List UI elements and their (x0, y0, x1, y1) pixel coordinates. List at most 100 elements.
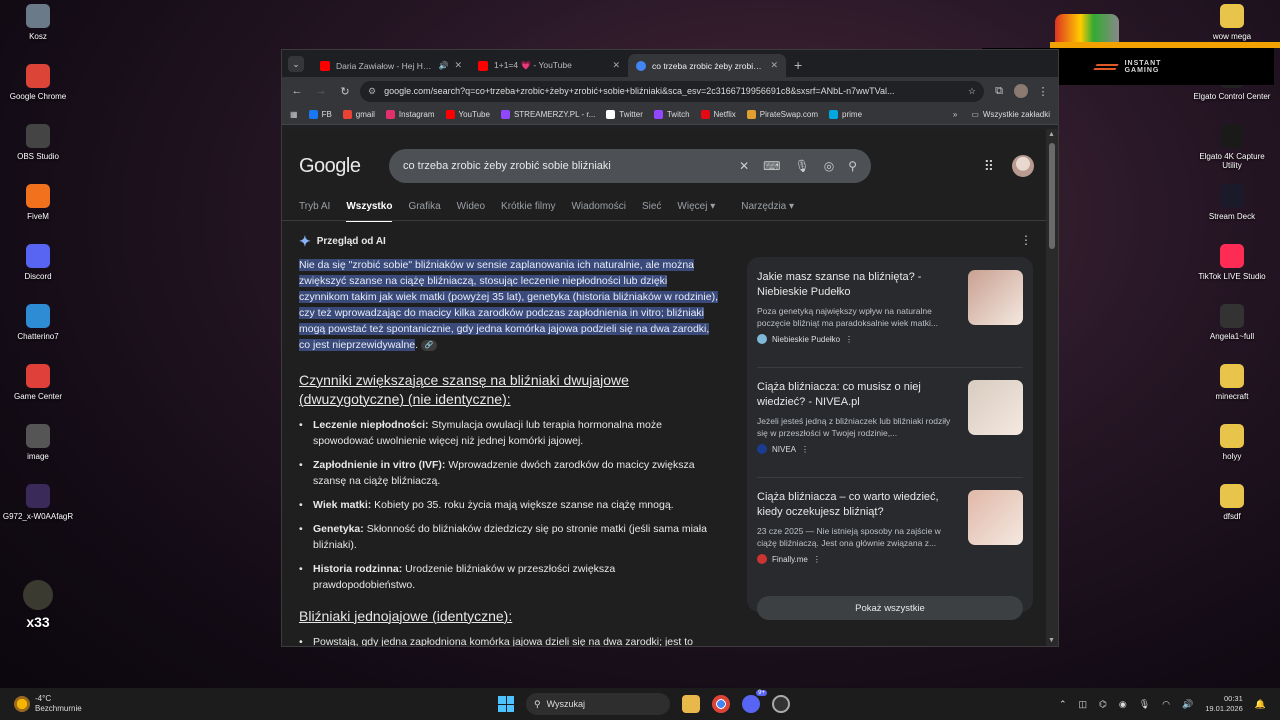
browser-tab[interactable]: co trzeba zrobic żeby zrobić sob ✕ (628, 54, 786, 77)
notifications-icon[interactable]: 🔔 (1255, 699, 1266, 710)
back-button[interactable]: ← (288, 82, 306, 100)
source-card[interactable]: Ciąża bliźniacza: co musisz o niej wiedz… (757, 376, 1023, 478)
profile-avatar-icon[interactable] (1014, 84, 1028, 98)
x33-desktop-item[interactable]: x33 (0, 580, 78, 630)
account-avatar[interactable] (1012, 155, 1034, 177)
desktop-shortcut[interactable]: image (0, 424, 78, 461)
source-card-title[interactable]: Jakie masz szanse na bliźnięta? - Niebie… (757, 270, 960, 300)
desktop-shortcut[interactable]: Kosz (0, 4, 78, 41)
start-button[interactable] (498, 696, 514, 712)
bookmark-star-icon[interactable]: ☆ (968, 86, 976, 97)
tab-grafika[interactable]: Grafika (408, 201, 440, 222)
desktop-shortcut[interactable]: Game Center (0, 364, 78, 401)
tab-search-button[interactable]: ⌄ (288, 56, 304, 72)
scroll-thumb[interactable] (1049, 143, 1055, 249)
ai-overview-more-icon[interactable]: ⋮ (1020, 233, 1032, 247)
tab-audio-icon[interactable]: 🔊 (438, 61, 448, 70)
desktop-shortcut[interactable]: OBS Studio (0, 124, 78, 161)
bookmark-item[interactable]: PirateSwap.com (746, 110, 818, 119)
wifi-icon[interactable]: ◠ (1162, 699, 1170, 710)
tray-overflow-icon[interactable]: ⌃ (1059, 699, 1067, 710)
desktop-shortcut[interactable]: TikTok LIVE Studio (1192, 244, 1272, 281)
tab-krótkie-filmy[interactable]: Krótkie filmy (501, 201, 555, 222)
search-input[interactable]: co trzeba zrobic żeby zrobić sobie bliźn… (389, 149, 871, 183)
desktop-shortcut[interactable]: Discord (0, 244, 78, 281)
desktop-shortcut[interactable]: G972_x-W0AAfagR (0, 484, 78, 521)
volume-icon[interactable]: 🔊 (1182, 699, 1193, 710)
obs-taskbar-icon[interactable] (772, 695, 790, 713)
clear-search-icon[interactable]: ✕ (739, 159, 749, 173)
address-bar[interactable]: ⚙ google.com/search?q=co+trzeba+zrobic+ż… (360, 80, 984, 102)
microphone-tray-icon[interactable]: 🎙 (1139, 699, 1150, 710)
card-more-icon[interactable]: ⋮ (801, 445, 809, 454)
source-card-title[interactable]: Ciąża bliźniacza – co warto wiedzieć, ki… (757, 490, 960, 520)
menu-icon[interactable]: ⋮ (1034, 82, 1052, 100)
discord-tray-icon[interactable]: ◉ (1119, 699, 1127, 710)
bookmark-item[interactable]: Instagram (385, 110, 435, 119)
desktop-shortcut[interactable]: dfsdf (1192, 484, 1272, 521)
card-more-icon[interactable]: ⋮ (845, 335, 853, 344)
tray-app-icon[interactable]: ◫ (1078, 699, 1087, 710)
bookmark-item[interactable]: YouTube (445, 110, 490, 119)
desktop-shortcut[interactable]: FiveM (0, 184, 78, 221)
tab-wszystko[interactable]: Wszystko (346, 201, 393, 222)
source-link-icon[interactable]: 🔗 (421, 339, 437, 351)
bookmark-item[interactable]: gmail (342, 110, 375, 119)
discord-taskbar-icon[interactable]: 9+ (742, 690, 767, 713)
desktop-shortcut[interactable]: Elgato 4K Capture Utility (1192, 124, 1272, 170)
tab-close-icon[interactable]: ✕ (612, 60, 620, 71)
taskbar-search[interactable]: ⚲ Wyszukaj (526, 693, 670, 715)
tab-close-icon[interactable]: ✕ (770, 60, 778, 71)
tab-więcej[interactable]: Więcej ▾ (677, 201, 725, 222)
browser-tab[interactable]: 1+1=4 💗 - YouTube ✕ (470, 54, 628, 77)
scroll-up-icon[interactable]: ▲ (1048, 131, 1055, 138)
keyboard-icon[interactable]: ⌨ (763, 159, 780, 173)
card-more-icon[interactable]: ⋮ (813, 555, 821, 564)
tab-tryb-ai[interactable]: Tryb AI (299, 201, 330, 222)
bookmark-item[interactable]: Twitter (606, 110, 643, 119)
desktop-shortcut[interactable]: Chatterino7 (0, 304, 78, 341)
bookmark-item[interactable]: Netflix (700, 110, 736, 119)
weather-widget[interactable]: -4°C Bezchmurnie (14, 694, 82, 714)
show-all-button[interactable]: Pokaż wszystkie (757, 596, 1023, 620)
bookmark-item[interactable]: STREAMERZY.PL - r... (500, 110, 595, 119)
extensions-icon[interactable]: ⧉ (990, 82, 1008, 100)
search-icon[interactable]: ⚲ (848, 159, 857, 173)
apps-grid-icon[interactable]: ▦ (290, 110, 298, 119)
desktop-shortcut-label: G972_x-W0AAfagR (2, 512, 74, 521)
file-explorer-icon[interactable] (682, 695, 700, 713)
desktop-shortcut[interactable]: wow mega (1192, 4, 1272, 41)
bookmark-item[interactable]: FB (308, 110, 332, 119)
scroll-down-icon[interactable]: ▼ (1048, 637, 1055, 644)
tab-close-icon[interactable]: ✕ (454, 60, 462, 71)
network-icon[interactable]: ⌬ (1099, 699, 1107, 710)
desktop-shortcut[interactable]: Google Chrome (0, 64, 78, 101)
chrome-taskbar-icon[interactable] (712, 695, 730, 713)
tab-wideo[interactable]: Wideo (457, 201, 485, 222)
google-lens-icon[interactable]: ◎ (824, 159, 834, 173)
google-logo[interactable]: Google (299, 155, 389, 178)
tab-wiadomości[interactable]: Wiadomości (571, 201, 625, 222)
browser-tab[interactable]: Daria Zawiałow - Hej Hej! (🔊 ✕ (312, 54, 470, 77)
desktop-shortcut[interactable]: Angela1~full (1192, 304, 1272, 341)
forward-button[interactable]: → (312, 82, 330, 100)
source-card[interactable]: Jakie masz szanse na bliźnięta? - Niebie… (757, 266, 1023, 368)
clock[interactable]: 00:31 19.01.2026 (1205, 694, 1243, 714)
bookmark-item[interactable]: Twitch (653, 110, 690, 119)
desktop-shortcut[interactable]: holyy (1192, 424, 1272, 461)
bookmark-item[interactable]: prime (829, 110, 862, 119)
source-card-title[interactable]: Ciąża bliźniacza: co musisz o niej wiedz… (757, 380, 960, 410)
google-apps-icon[interactable]: ⠿ (984, 158, 994, 175)
source-card[interactable]: Ciąża bliźniacza – co warto wiedzieć, ki… (757, 486, 1023, 588)
microphone-icon[interactable]: 🎙 (794, 159, 809, 173)
tab-sieć[interactable]: Sieć (642, 201, 661, 222)
site-info-icon[interactable]: ⚙ (368, 86, 376, 97)
page-scrollbar[interactable]: ▲ ▼ (1046, 129, 1058, 646)
desktop-shortcut[interactable]: minecraft (1192, 364, 1272, 401)
new-tab-button[interactable]: + (794, 57, 802, 73)
all-bookmarks-folder[interactable]: ▭ Wszystkie zakładki (971, 110, 1050, 119)
reload-button[interactable]: ↻ (336, 82, 354, 100)
desktop-shortcut[interactable]: Stream Deck (1192, 184, 1272, 221)
bookmarks-overflow-icon[interactable]: » (953, 110, 957, 119)
tab-narzędzia[interactable]: Narzędzia ▾ (741, 201, 804, 222)
